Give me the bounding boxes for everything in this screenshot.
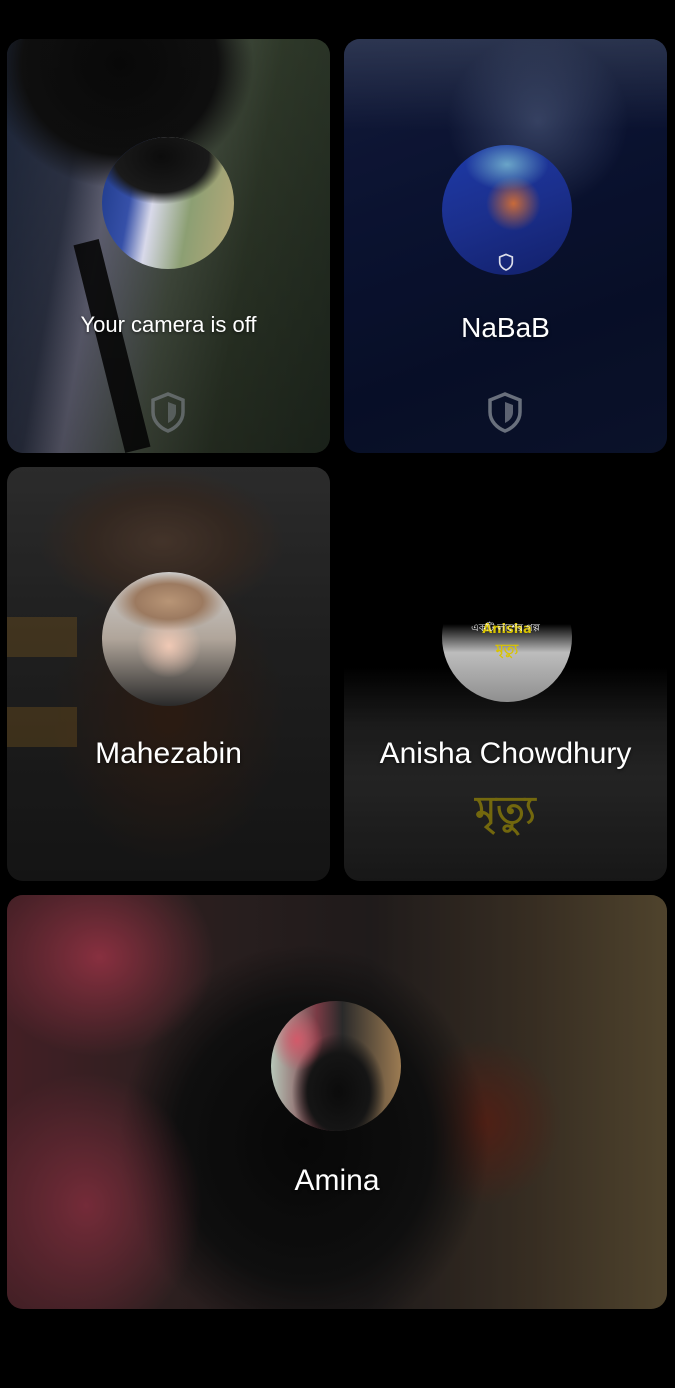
avatar [271, 1001, 401, 1131]
avatar-caption-title: একটি লাশের গল্প [471, 623, 540, 634]
participant-name: NaBaB [461, 312, 550, 343]
shield-icon [488, 392, 522, 433]
background-caption: মৃত্যু [475, 788, 536, 832]
participant-name: Mahezabin [95, 737, 242, 770]
participant-name: Your camera is off [80, 312, 257, 337]
participant-tile-mahezabin[interactable]: Mahezabin [7, 467, 330, 881]
shield-icon [151, 392, 185, 433]
avatar [102, 572, 236, 706]
participant-name: Amina [294, 1164, 380, 1197]
avatar-caption-word: মৃত্যু [495, 642, 519, 658]
participant-tile-self[interactable]: Your camera is off [7, 39, 330, 453]
participant-tile-amina[interactable]: Amina [7, 895, 667, 1309]
participant-tile-anisha-chowdhury[interactable]: মৃত্যু Anisha মৃত্যু একটি লাশের গল্প Ani… [344, 467, 667, 881]
shield-icon [498, 253, 514, 271]
avatar [102, 137, 234, 269]
participant-name: Anisha Chowdhury [379, 737, 632, 770]
participant-tile-nabab[interactable]: NaBaB [344, 39, 667, 453]
avatar [442, 145, 572, 275]
